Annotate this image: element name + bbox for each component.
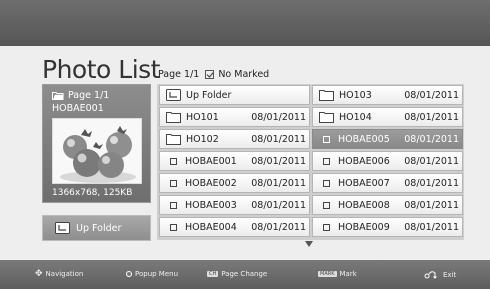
grid-item-name: HOBAE002 <box>185 177 237 189</box>
navigation-arrows-icon: ✥ <box>35 268 43 279</box>
photo-file-icon <box>170 201 177 209</box>
page-status: Page 1/1 No Marked <box>158 69 269 80</box>
grid-item-date: 08/01/2011 <box>404 199 459 211</box>
grid-item-name: HOBAE004 <box>185 221 237 233</box>
scroll-down-arrow-icon[interactable] <box>305 241 313 247</box>
up-folder-icon <box>166 89 181 101</box>
exit-icon <box>424 271 437 279</box>
ok-button-icon <box>126 271 132 277</box>
grid-item-date: 08/01/2011 <box>404 133 459 145</box>
grid-item-up-folder[interactable]: Up Folder <box>159 85 310 105</box>
grid-item-date: 08/01/2011 <box>404 221 459 233</box>
photo-file-icon <box>323 179 330 187</box>
folder-icon <box>319 112 334 123</box>
grid-item-date: 08/01/2011 <box>251 133 306 145</box>
grid-item-file[interactable]: HOBAE007 08/01/2011 <box>312 173 463 193</box>
grid-item-file[interactable]: HOBAE004 08/01/2011 <box>159 217 310 237</box>
mark-key-icon: MARK <box>318 271 337 277</box>
checkbox-icon <box>205 70 215 79</box>
grid-item-file[interactable]: HOBAE009 08/01/2011 <box>312 217 463 237</box>
grid-item-date: 08/01/2011 <box>404 177 459 189</box>
folder-open-icon <box>52 92 64 100</box>
preview-page-label: Page 1/1 <box>68 90 110 101</box>
grid-item-file-selected[interactable]: HOBAE005 08/01/2011 <box>312 129 463 149</box>
grid-item-name: HOBAE006 <box>338 155 390 167</box>
hint-page-change-label: Page Change <box>221 270 268 278</box>
grid-item-file[interactable]: HOBAE001 08/01/2011 <box>159 151 310 171</box>
grid-item-date: 08/01/2011 <box>251 177 306 189</box>
page-indicator: Page 1/1 <box>158 69 200 80</box>
up-folder-button[interactable]: Up Folder <box>42 215 151 241</box>
grid-item-name: HOBAE005 <box>338 133 390 145</box>
folder-icon <box>166 134 181 145</box>
grid-item-name: HO103 <box>339 89 372 101</box>
grid-item-date: 08/01/2011 <box>251 199 306 211</box>
grid-item-name: HOBAE008 <box>338 199 390 211</box>
photo-file-icon <box>170 223 177 231</box>
grid-item-folder[interactable]: HO102 08/01/2011 <box>159 129 310 149</box>
grid-item-name: HO102 <box>186 133 219 145</box>
preview-thumbnail <box>52 118 142 184</box>
up-folder-button-label: Up Folder <box>76 222 122 234</box>
hint-mark: MARK Mark <box>318 270 357 278</box>
top-band <box>0 0 490 46</box>
grid-item-date: 08/01/2011 <box>251 155 306 167</box>
marked-status: No Marked <box>218 69 270 80</box>
grid-item-name: HOBAE001 <box>185 155 237 167</box>
preview-panel: Page 1/1 HOBAE001 1366x768, 125KB <box>42 84 151 203</box>
tomatoes-image <box>53 119 141 183</box>
grid-item-name: HO104 <box>339 111 372 123</box>
grid-item-date: 08/01/2011 <box>251 111 306 123</box>
preview-filename: HOBAE001 <box>52 103 104 114</box>
photo-file-icon <box>170 179 177 187</box>
photo-file-icon <box>323 201 330 209</box>
folder-icon <box>319 90 334 101</box>
grid-item-file[interactable]: HOBAE008 08/01/2011 <box>312 195 463 215</box>
hint-popup-menu-label: Popup Menu <box>135 270 179 278</box>
grid-item-date: 08/01/2011 <box>251 221 306 233</box>
grid-item-date: 08/01/2011 <box>404 111 459 123</box>
help-bar: ✥ Navigation Popup Menu CH Page Change M… <box>0 260 490 289</box>
grid-item-name: HOBAE007 <box>338 177 390 189</box>
page-title: Photo List <box>42 55 160 84</box>
hint-exit-label: Exit <box>443 270 457 279</box>
hint-exit: Exit <box>424 270 456 279</box>
grid-item-file[interactable]: HOBAE006 08/01/2011 <box>312 151 463 171</box>
grid-item-name: HO101 <box>186 111 219 123</box>
grid-item-date: 08/01/2011 <box>404 89 459 101</box>
file-grid: Up Folder HO101 08/01/2011 HO102 08/01/2… <box>157 84 464 240</box>
photo-file-icon <box>170 157 177 165</box>
grid-item-date: 08/01/2011 <box>404 155 459 167</box>
up-folder-icon <box>55 222 70 234</box>
grid-item-folder[interactable]: HO104 08/01/2011 <box>312 107 463 127</box>
grid-item-name: HOBAE009 <box>338 221 390 233</box>
hint-mark-label: Mark <box>339 270 357 278</box>
hint-page-change: CH Page Change <box>207 270 267 278</box>
grid-item-file[interactable]: HOBAE002 08/01/2011 <box>159 173 310 193</box>
preview-resolution: 1366x768, 125KB <box>52 188 133 198</box>
hint-navigation: ✥ Navigation <box>35 268 84 279</box>
grid-item-name: Up Folder <box>186 89 232 101</box>
grid-item-folder[interactable]: HO101 08/01/2011 <box>159 107 310 127</box>
grid-item-file[interactable]: HOBAE003 08/01/2011 <box>159 195 310 215</box>
preview-page: Page 1/1 <box>52 90 109 101</box>
photo-file-icon <box>323 223 330 231</box>
grid-item-folder[interactable]: HO103 08/01/2011 <box>312 85 463 105</box>
grid-item-name: HOBAE003 <box>185 199 237 211</box>
hint-navigation-label: Navigation <box>45 270 84 278</box>
folder-icon <box>166 112 181 123</box>
photo-file-icon <box>323 135 330 143</box>
photo-file-icon <box>323 157 330 165</box>
channel-key-icon: CH <box>207 271 219 277</box>
hint-popup-menu: Popup Menu <box>126 270 178 278</box>
